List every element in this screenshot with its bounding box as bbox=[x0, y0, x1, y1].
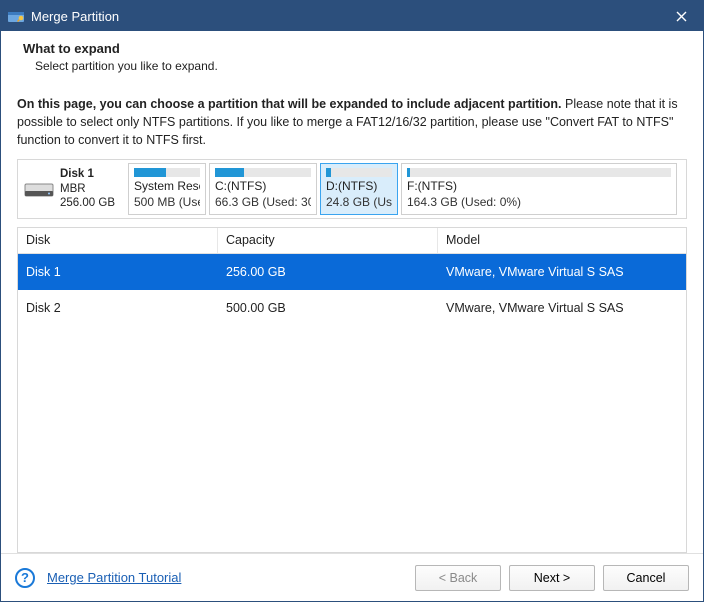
partition-detail: 164.3 GB (Used: 0%) bbox=[407, 195, 671, 209]
window-title: Merge Partition bbox=[31, 9, 119, 24]
page-subtitle: Select partition you like to expand. bbox=[23, 59, 681, 73]
header: What to expand Select partition you like… bbox=[1, 31, 703, 79]
partition-detail: 500 MB (Used bbox=[134, 195, 200, 209]
tutorial-link[interactable]: Merge Partition Tutorial bbox=[47, 570, 181, 585]
table-body: Disk 1256.00 GBVMware, VMware Virtual S … bbox=[18, 254, 686, 553]
close-button[interactable] bbox=[659, 1, 703, 31]
disk-scheme: MBR bbox=[60, 182, 115, 196]
partition-block[interactable]: D:(NTFS) 24.8 GB (Used bbox=[320, 163, 398, 214]
cell-model: VMware, VMware Virtual S SAS bbox=[438, 265, 686, 279]
disk-table: Disk Capacity Model Disk 1256.00 GBVMwar… bbox=[17, 227, 687, 554]
hdd-icon bbox=[24, 178, 54, 200]
col-capacity[interactable]: Capacity bbox=[218, 228, 438, 253]
disk-header: Disk 1 MBR 256.00 GB bbox=[21, 163, 125, 214]
partition-label: System Reser bbox=[134, 179, 200, 193]
partition-label: D:(NTFS) bbox=[326, 179, 392, 193]
cancel-button[interactable]: Cancel bbox=[603, 565, 689, 591]
cell-disk: Disk 1 bbox=[18, 265, 218, 279]
instruction-text: On this page, you can choose a partition… bbox=[17, 95, 687, 149]
disk-name: Disk 1 bbox=[60, 167, 115, 181]
col-disk[interactable]: Disk bbox=[18, 228, 218, 253]
help-icon[interactable]: ? bbox=[15, 568, 35, 588]
cell-model: VMware, VMware Virtual S SAS bbox=[438, 301, 686, 315]
disk-layout-panel: Disk 1 MBR 256.00 GB System Reser 500 MB … bbox=[17, 159, 687, 218]
usage-bar bbox=[407, 168, 671, 177]
next-button[interactable]: Next > bbox=[509, 565, 595, 591]
table-header: Disk Capacity Model bbox=[18, 228, 686, 254]
cell-capacity: 500.00 GB bbox=[218, 301, 438, 315]
partition-label: C:(NTFS) bbox=[215, 179, 311, 193]
titlebar: Merge Partition bbox=[1, 1, 703, 31]
col-model[interactable]: Model bbox=[438, 228, 686, 253]
partition-detail: 24.8 GB (Used bbox=[326, 195, 392, 209]
disk-size: 256.00 GB bbox=[60, 196, 115, 210]
partition-block[interactable]: C:(NTFS) 66.3 GB (Used: 30%) bbox=[209, 163, 317, 214]
partition-block[interactable]: System Reser 500 MB (Used bbox=[128, 163, 206, 214]
usage-bar bbox=[326, 168, 392, 177]
partition-block[interactable]: F:(NTFS) 164.3 GB (Used: 0%) bbox=[401, 163, 677, 214]
body: On this page, you can choose a partition… bbox=[1, 79, 703, 553]
cell-capacity: 256.00 GB bbox=[218, 265, 438, 279]
usage-bar bbox=[215, 168, 311, 177]
usage-bar bbox=[134, 168, 200, 177]
cell-disk: Disk 2 bbox=[18, 301, 218, 315]
partition-label: F:(NTFS) bbox=[407, 179, 671, 193]
table-row[interactable]: Disk 2500.00 GBVMware, VMware Virtual S … bbox=[18, 290, 686, 326]
dialog-window: Merge Partition What to expand Select pa… bbox=[0, 0, 704, 602]
back-button[interactable]: < Back bbox=[415, 565, 501, 591]
table-row[interactable]: Disk 1256.00 GBVMware, VMware Virtual S … bbox=[18, 254, 686, 290]
content-area: What to expand Select partition you like… bbox=[1, 31, 703, 601]
partition-detail: 66.3 GB (Used: 30%) bbox=[215, 195, 311, 209]
page-title: What to expand bbox=[23, 41, 681, 56]
app-icon bbox=[7, 7, 25, 25]
footer: ? Merge Partition Tutorial < Back Next >… bbox=[1, 553, 703, 601]
instruction-bold: On this page, you can choose a partition… bbox=[17, 97, 562, 111]
